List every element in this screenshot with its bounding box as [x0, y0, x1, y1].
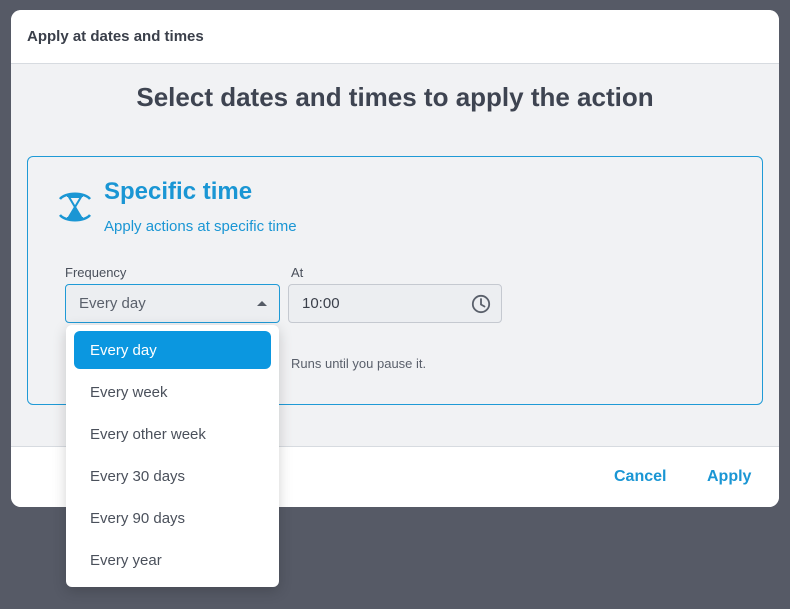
- runs-note: Runs until you pause it.: [291, 356, 427, 371]
- time-input[interactable]: 10:00: [288, 284, 502, 323]
- chevron-up-icon: [257, 301, 267, 306]
- dialog-title: Apply at dates and times: [27, 28, 204, 45]
- dropdown-option[interactable]: Every week: [74, 373, 271, 411]
- dropdown-option[interactable]: Every year: [74, 541, 271, 579]
- dropdown-option[interactable]: Every 90 days: [74, 499, 271, 537]
- time-value: 10:00: [302, 295, 340, 312]
- frequency-label: Frequency: [65, 265, 127, 280]
- frequency-dropdown: Every day Every week Every other week Ev…: [66, 325, 279, 587]
- dropdown-option[interactable]: Every 30 days: [74, 457, 271, 495]
- frequency-select[interactable]: Every day: [65, 284, 280, 323]
- dialog-header: Apply at dates and times: [11, 10, 779, 64]
- at-label: At: [291, 265, 304, 280]
- dropdown-option[interactable]: Every day: [74, 331, 271, 369]
- clock-icon[interactable]: [471, 294, 491, 314]
- card-title: Specific time: [104, 178, 253, 205]
- card-subtitle: Apply actions at specific time: [104, 218, 297, 235]
- apply-button[interactable]: Apply: [707, 468, 751, 486]
- page-title: Select dates and times to apply the acti…: [136, 82, 654, 112]
- dropdown-option[interactable]: Every other week: [74, 415, 271, 453]
- frequency-value: Every day: [79, 295, 146, 312]
- cancel-button[interactable]: Cancel: [614, 468, 666, 486]
- hourglass-icon: [58, 192, 92, 222]
